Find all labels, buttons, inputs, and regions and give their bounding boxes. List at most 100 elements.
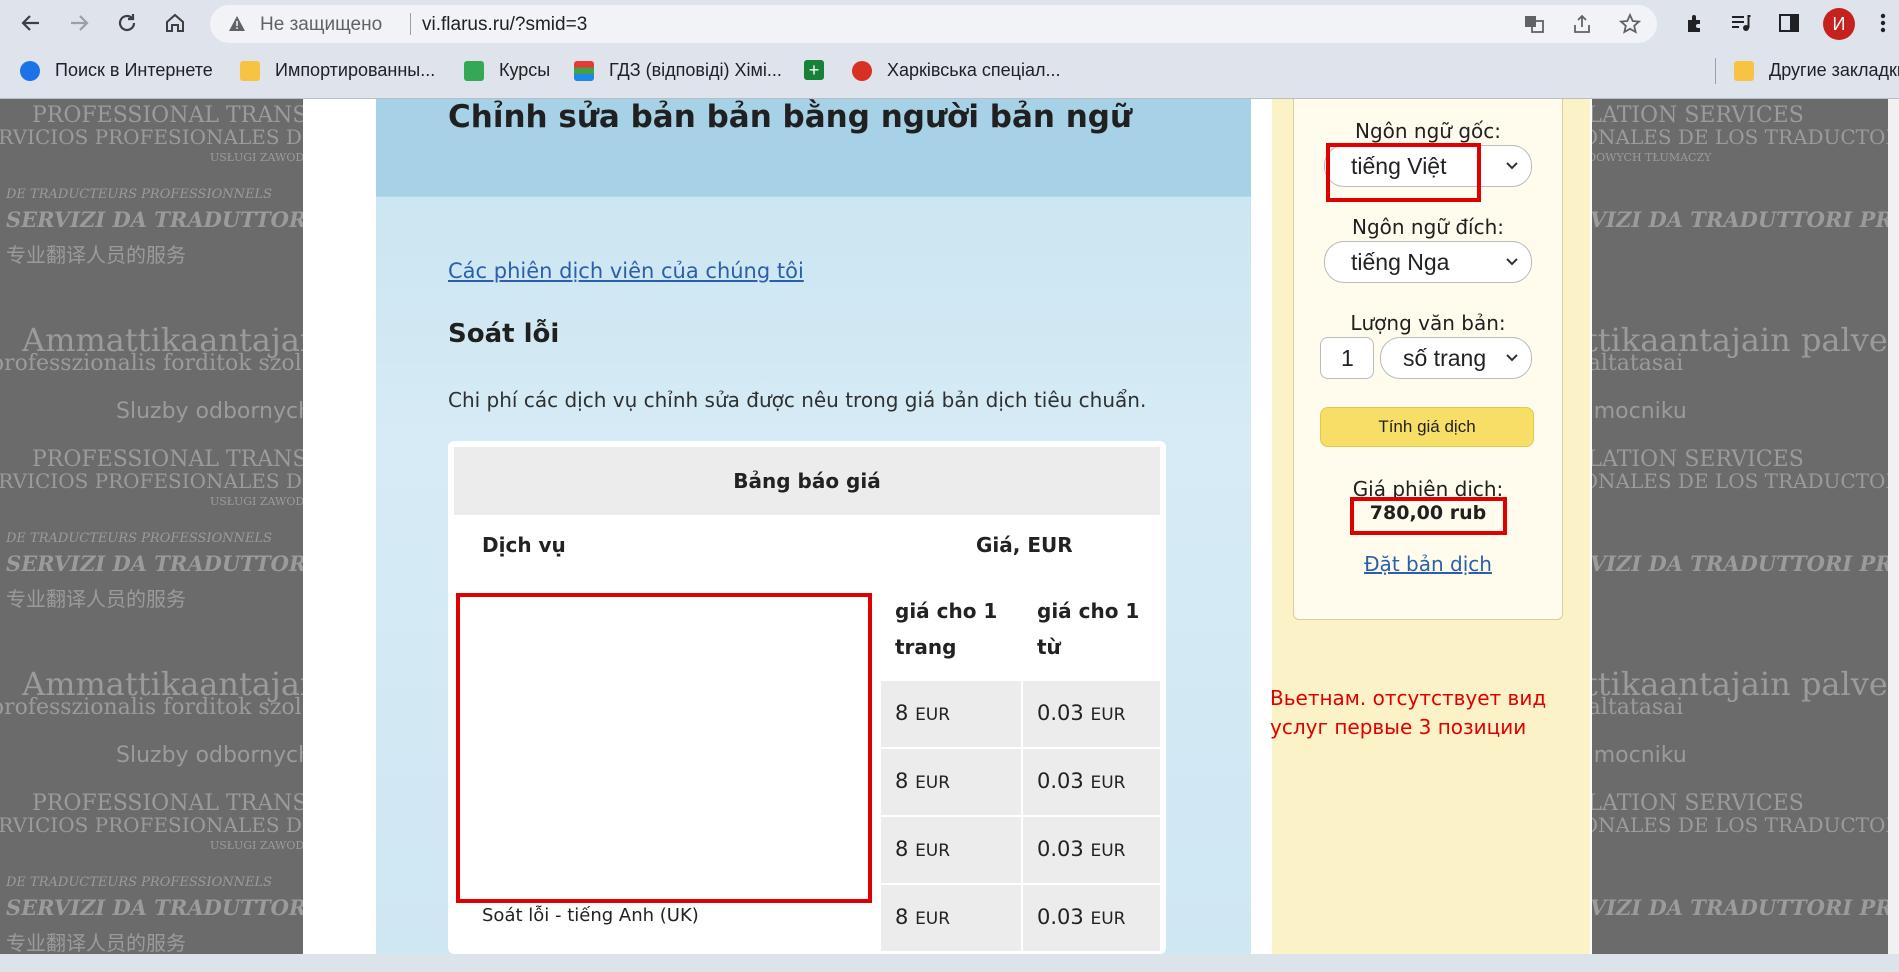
page-title: Chỉnh sửa bản bản bằng người bản ngữ	[448, 99, 1133, 135]
watermark-text: SERVIZI DA TRADUTTORI PROFESSIONISTI	[1592, 207, 1899, 232]
side-panel-icon[interactable]	[1774, 8, 1804, 38]
forward-icon[interactable]	[62, 6, 96, 40]
watermark-text: SERVIZI DA TRADUTTORI PROFESSIONISTI	[6, 895, 303, 920]
service-name: Soát lỗi - tiếng Anh (UK)	[482, 905, 699, 926]
profile-avatar[interactable]: И	[1823, 8, 1855, 40]
watermark-text: SERVIZI DA TRADUTTORI PROFESSIONISTI	[6, 551, 303, 576]
watermark-text: SERVIZI DA TRADUTTORI PROFESSIONISTI	[1592, 551, 1899, 576]
watermark-text: 专业翻译人员的服务	[6, 931, 186, 954]
currency-label: EUR	[915, 705, 951, 725]
plus-icon: +	[804, 60, 824, 80]
currency-label: EUR	[1090, 841, 1126, 861]
classroom-icon	[464, 60, 484, 81]
volume-input[interactable]: 1	[1320, 337, 1374, 379]
other-bookmarks-folder[interactable]: Другие закладки	[1734, 60, 1899, 81]
share-icon[interactable]	[1570, 12, 1594, 36]
folder-icon	[1734, 60, 1754, 81]
reload-icon[interactable]	[110, 6, 144, 40]
price-value: 0.03	[1037, 701, 1084, 725]
chevron-down-icon	[1505, 158, 1519, 177]
chevron-down-icon	[1505, 254, 1519, 273]
currency-label: EUR	[915, 909, 951, 929]
column-header-service: Dịch vụ	[482, 533, 566, 557]
watermark-text: professzionalis forditok szolgaltatasai	[1592, 695, 1684, 720]
annotation-note: Вьетнам. отсутствует вид услуг первые 3 …	[1270, 686, 1547, 739]
chevron-down-icon	[1505, 350, 1519, 369]
highlight-box-source-language	[1326, 143, 1481, 202]
watermark-text: DE TRADUCTEURS PROFESSIONNELS	[6, 531, 273, 546]
currency-label: EUR	[1090, 705, 1126, 725]
currency-label: EUR	[915, 773, 951, 793]
watermark-text: professzionalis forditok szolgaltatasai	[0, 351, 303, 376]
watermark-text: USŁUGI ZAWODOWYCH TŁUMACZY	[210, 839, 303, 852]
watermark-text: 专业翻译人员的服务	[6, 587, 186, 611]
target-language-label: Ngôn ngữ đích:	[1352, 215, 1504, 239]
price-per-page-cell: 8 EUR	[881, 885, 1021, 951]
watermark-background-right: PROFESSIONAL TRANSLATION SERVICES SERVIC…	[1592, 99, 1899, 954]
url-text[interactable]: vi.flarus.ru/?smid=3	[422, 14, 587, 36]
extensions-icon[interactable]	[1680, 8, 1710, 38]
table-title: Bảng báo giá	[733, 469, 881, 493]
bookmark-item[interactable]: ГДЗ (відповіді) Хімі...	[574, 60, 782, 81]
order-translation-link[interactable]: Đặt bản dịch	[1294, 552, 1562, 576]
home-icon[interactable]	[158, 6, 192, 40]
bookmark-label: Другие закладки	[1769, 60, 1899, 80]
scrollbar[interactable]	[1888, 99, 1899, 954]
currency-label: EUR	[1090, 773, 1126, 793]
bookmark-item[interactable]: Курсы	[464, 60, 550, 81]
bookmark-label: Поиск в Интернете	[55, 60, 213, 80]
security-status[interactable]: Не защищено	[260, 14, 382, 36]
price-value: 8	[895, 769, 909, 793]
bookmark-item[interactable]: Харківська спеціал...	[852, 60, 1061, 81]
translators-link[interactable]: Các phiên dịch viên của chúng tôi	[448, 259, 804, 283]
column-header-price: Giá, EUR	[976, 533, 1073, 557]
price-value: 8	[895, 701, 909, 725]
price-value: 8	[895, 837, 909, 861]
price-value: 0.03	[1037, 905, 1084, 929]
watermark-text: professzionalis forditok szolgaltatasai	[0, 695, 303, 720]
watermark-text: DE TRADUCTEURS PROFESSIONNELS	[6, 187, 273, 202]
search-engine-icon	[20, 60, 40, 81]
bookmark-item[interactable]: Поиск в Интернете	[20, 60, 213, 81]
calculate-price-button[interactable]: Tính giá dịch	[1320, 407, 1534, 447]
watermark-text: Sluzby odbornych tlumocniku	[116, 743, 303, 768]
bookmark-label: Импортированны...	[275, 60, 436, 80]
translate-icon[interactable]	[1522, 12, 1546, 36]
price-per-word-cell: 0.03 EUR	[1023, 681, 1160, 747]
bookmark-label: ГДЗ (відповіді) Хімі...	[609, 60, 782, 80]
bookmark-item[interactable]: +	[804, 60, 824, 80]
watermark-text: SERVICIOS PROFESIONALES DE LOS TRADUCTOR…	[1592, 469, 1899, 493]
currency-label: EUR	[915, 841, 951, 861]
divider	[1715, 58, 1716, 84]
unit-select[interactable]: số trang	[1380, 337, 1532, 379]
target-language-select[interactable]: tiếng Nga	[1324, 241, 1532, 283]
highlight-box-price	[1350, 497, 1507, 535]
bookmark-label: Харківська спеціал...	[887, 60, 1061, 80]
watermark-background-left: PROFESSIONAL TRANSLATION SERVICES SERVIC…	[0, 99, 303, 954]
price-value: 0.03	[1037, 837, 1084, 861]
input-value: 1	[1341, 345, 1354, 371]
media-playlist-icon[interactable]	[1726, 8, 1756, 38]
watermark-text: Sluzby odbornych tlumocniku	[116, 399, 303, 424]
description-text: Chi phí các dịch vụ chỉnh sửa được nêu t…	[448, 388, 1147, 412]
watermark-text: Sluzby odbornych tlumocniku	[1592, 743, 1687, 768]
warning-icon[interactable]	[228, 15, 246, 37]
watermark-text: SERVIZI DA TRADUTTORI PROFESSIONISTI	[1592, 895, 1899, 920]
menu-dots-icon[interactable]	[1868, 8, 1898, 38]
watermark-text: professzionalis forditok szolgaltatasai	[1592, 351, 1684, 376]
column-header-per-word: giá cho 1 từ	[1037, 599, 1140, 659]
watermark-text: USŁUGI ZAWODOWYCH TŁUMACZY	[210, 495, 303, 508]
bookmarks-bar: Поиск в Интернете Импортированны... Курс…	[0, 46, 1899, 99]
price-per-page-cell: 8 EUR	[881, 749, 1021, 815]
books-icon	[574, 60, 594, 81]
watermark-text: SERVICIOS PROFESIONALES DE LOS TRADUCTOR…	[0, 469, 303, 493]
bookmark-folder[interactable]: Импортированны...	[240, 60, 435, 81]
watermark-text: 专业翻译人员的服务	[6, 243, 186, 267]
price-per-word-cell: 0.03 EUR	[1023, 885, 1160, 951]
address-bar[interactable]: Не защищено vi.flarus.ru/?smid=3	[210, 5, 1657, 43]
price-value: 0.03	[1037, 769, 1084, 793]
watermark-text: SERVICIOS PROFESIONALES DE LOS TRADUCTOR…	[1592, 125, 1899, 149]
bookmark-star-icon[interactable]	[1618, 12, 1642, 36]
table-header: Bảng báo giá	[454, 447, 1160, 515]
back-icon[interactable]	[14, 6, 48, 40]
